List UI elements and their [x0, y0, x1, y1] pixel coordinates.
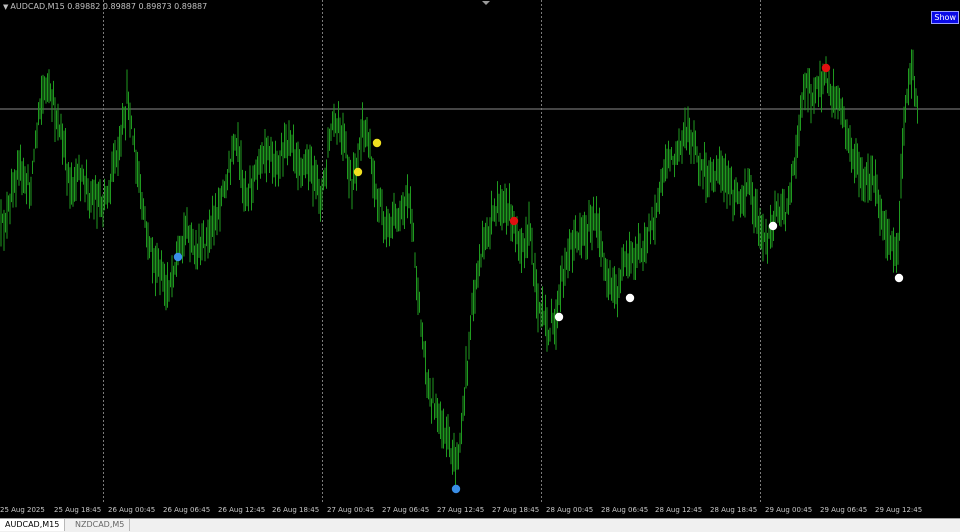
- time-label: 28 Aug 12:45: [655, 506, 703, 514]
- time-label: 28 Aug 00:45: [546, 506, 594, 514]
- price-bars: [0, 49, 918, 488]
- show-button[interactable]: Show: [931, 11, 959, 24]
- signal-dot-blue: [173, 252, 183, 262]
- time-label: 26 Aug 06:45: [163, 506, 211, 514]
- time-label: 29 Aug 06:45: [820, 506, 868, 514]
- ohlc-values: AUDCAD,M15 0.89882 0.89887 0.89873 0.898…: [10, 2, 208, 11]
- time-label: 27 Aug 06:45: [382, 506, 430, 514]
- chart-tab-bar: AUDCAD,M15 NZDCAD,M5: [0, 518, 960, 532]
- signal-dot-red: [509, 216, 519, 226]
- time-label: 27 Aug 00:45: [327, 506, 375, 514]
- price-bars-canvas[interactable]: [0, 0, 960, 504]
- tab-audcad-m15[interactable]: AUDCAD,M15: [0, 519, 66, 531]
- time-label: 28 Aug 06:45: [601, 506, 649, 514]
- signal-dot-yellow: [372, 138, 382, 148]
- time-label: 27 Aug 12:45: [437, 506, 485, 514]
- signal-dot-blue: [451, 484, 461, 494]
- signal-dot-white: [894, 273, 904, 283]
- time-label: 26 Aug 12:45: [218, 506, 266, 514]
- time-label: 26 Aug 00:45: [108, 506, 156, 514]
- time-label: 29 Aug 00:45: [765, 506, 813, 514]
- time-label: 28 Aug 18:45: [710, 506, 758, 514]
- time-label: 25 Aug 18:45: [54, 506, 102, 514]
- chart-shift-marker-icon[interactable]: [482, 1, 490, 5]
- time-label: 25 Aug 2025: [0, 506, 45, 514]
- signal-dot-white: [625, 293, 635, 303]
- time-label: 29 Aug 12:45: [875, 506, 923, 514]
- signal-dot-yellow: [353, 167, 363, 177]
- signal-dot-red: [821, 63, 831, 73]
- signal-dot-white: [554, 312, 564, 322]
- symbol-info-line: ▼ AUDCAD,M15 0.89882 0.89887 0.89873 0.89…: [3, 2, 207, 11]
- time-label: 26 Aug 18:45: [272, 506, 320, 514]
- signal-dot-white: [768, 221, 778, 231]
- collapse-triangle-icon[interactable]: ▼: [3, 3, 8, 11]
- price-chart[interactable]: ▼ AUDCAD,M15 0.89882 0.89887 0.89873 0.89…: [0, 0, 960, 504]
- time-axis: 25 Aug 2025 25 Aug 18:45 26 Aug 00:45 26…: [0, 504, 960, 518]
- time-label: 27 Aug 18:45: [492, 506, 540, 514]
- tab-nzdcad-m5[interactable]: NZDCAD,M5: [70, 519, 131, 531]
